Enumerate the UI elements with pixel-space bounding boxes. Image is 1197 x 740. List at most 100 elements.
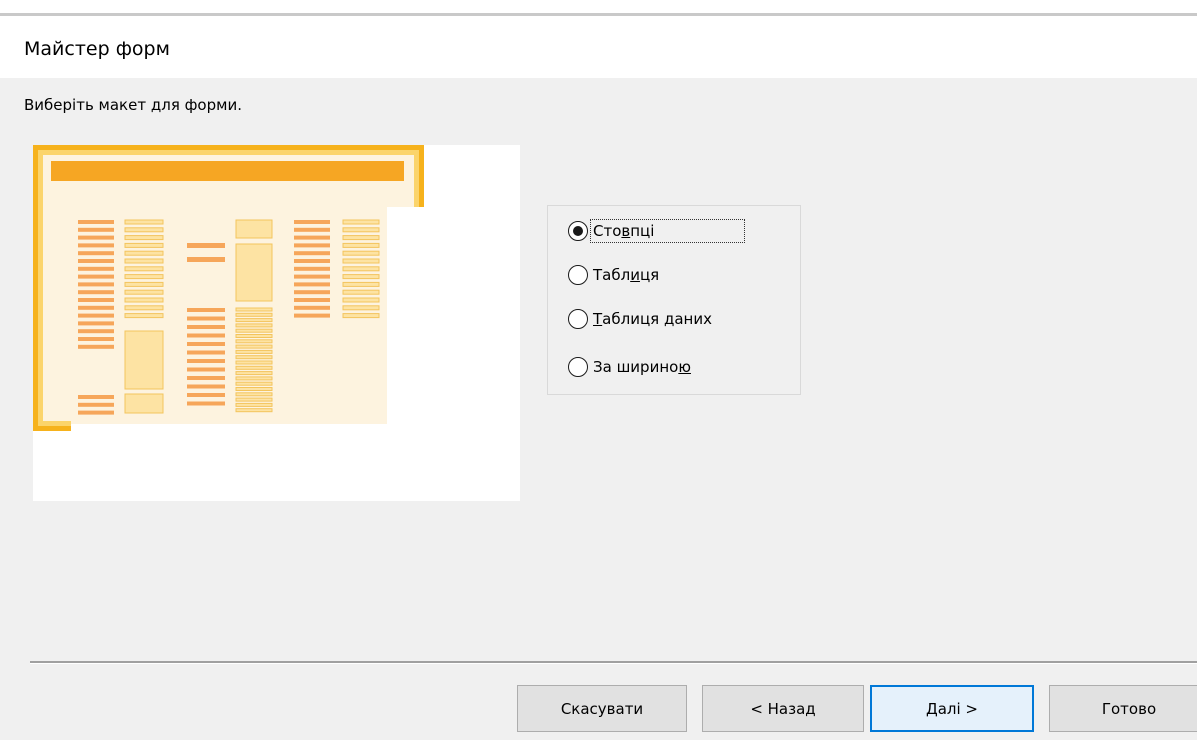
preview-field-label: [78, 220, 114, 224]
preview-field-box: [124, 297, 164, 303]
next-button-label: Далі >: [925, 699, 978, 718]
preview-field-label: [187, 325, 225, 329]
preview-field-label: [294, 282, 330, 287]
preview-field-box: [124, 227, 164, 233]
preview-field-label: [187, 384, 225, 389]
preview-field-label: [187, 308, 225, 312]
preview-field-label: [187, 350, 225, 355]
radio-option-justified[interactable]: За шириною: [568, 356, 693, 378]
radio-label[interactable]: За шириною: [591, 356, 693, 378]
preview-field-box: [124, 393, 164, 414]
preview-field-box: [235, 307, 273, 312]
radio-selected-dot: [573, 226, 583, 236]
preview-field-box: [124, 235, 164, 241]
preview-field-label: [187, 316, 225, 321]
preview-cutout-bottom: [71, 424, 387, 501]
preview-cutout: [387, 207, 520, 501]
preview-field-box: [124, 274, 164, 280]
preview-field-label: [78, 243, 114, 248]
radio-option-datasheet[interactable]: Таблиця даних: [568, 308, 714, 330]
finish-button-label: Готово: [1101, 699, 1157, 718]
layout-options-group: Стовпці Таблиця Таблиця даних За шириною: [547, 205, 801, 395]
preview-field-label: [294, 274, 330, 279]
radio-circle[interactable]: [568, 357, 588, 377]
preview-field-box: [235, 397, 273, 402]
preview-field-box: [124, 266, 164, 272]
next-button[interactable]: Далі >: [870, 685, 1034, 732]
preview-field-box: [235, 365, 273, 370]
preview-field-label: [187, 367, 225, 372]
wizard-title: Майстер форм: [24, 38, 170, 60]
preview-field-label: [78, 402, 114, 407]
radio-label[interactable]: Таблиця даних: [591, 308, 714, 330]
radio-label[interactable]: Стовпці: [589, 219, 746, 243]
preview-field-label: [78, 282, 114, 287]
preview-field-label: [294, 298, 330, 302]
preview-field-label: [78, 321, 114, 326]
preview-field-box: [235, 243, 273, 302]
preview-field-label: [187, 257, 225, 262]
preview-field-box: [235, 355, 273, 360]
preview-field-box: [235, 360, 273, 365]
preview-field-box: [235, 402, 273, 407]
preview-field-box: [235, 219, 273, 239]
preview-field-box: [124, 289, 164, 295]
preview-field-box: [342, 242, 380, 248]
preview-field-label: [187, 342, 225, 346]
preview-field-label: [294, 259, 330, 263]
preview-field-label: [294, 305, 330, 310]
preview-field-label: [294, 243, 330, 248]
preview-field-label: [78, 227, 114, 232]
preview-field-label: [78, 344, 114, 349]
preview-field-label: [78, 259, 114, 263]
preview-field-label: [78, 313, 114, 318]
preview-field-box: [235, 387, 273, 391]
radio-label[interactable]: Таблиця: [591, 264, 661, 286]
preview-field-box: [342, 235, 380, 241]
layout-preview-illustration: [33, 145, 520, 501]
preview-field-box: [342, 250, 380, 256]
radio-circle[interactable]: [568, 265, 588, 285]
back-button[interactable]: < Назад: [702, 685, 864, 732]
preview-field-box: [235, 381, 273, 386]
preview-field-label: [78, 410, 114, 415]
preview-paper: [43, 155, 414, 421]
preview-field-box: [124, 281, 164, 287]
preview-field-box: [342, 227, 380, 233]
preview-field-box: [124, 242, 164, 248]
preview-field-box: [124, 250, 164, 256]
preview-field-label: [294, 235, 330, 240]
preview-field-label: [187, 401, 225, 406]
wizard-header: [0, 16, 1197, 78]
preview-field-box: [342, 305, 380, 311]
preview-field-box: [342, 313, 380, 319]
preview-field-box: [235, 344, 273, 349]
preview-field-label: [294, 266, 330, 271]
preview-field-label: [187, 359, 225, 363]
preview-field-label: [78, 337, 114, 341]
preview-field-label: [78, 251, 114, 256]
radio-option-columns[interactable]: Стовпці: [568, 219, 746, 243]
preview-field-box: [342, 219, 380, 225]
back-button-label: < Назад: [750, 699, 816, 718]
preview-field-label: [187, 333, 225, 338]
preview-field-label: [294, 220, 330, 224]
preview-field-label: [78, 290, 114, 295]
preview-field-box: [124, 313, 164, 319]
cancel-button[interactable]: Скасувати: [517, 685, 687, 732]
preview-field-label: [294, 251, 330, 256]
finish-button[interactable]: Готово: [1049, 685, 1197, 732]
radio-circle[interactable]: [568, 309, 588, 329]
preview-field-label: [78, 274, 114, 279]
preview-field-box: [342, 281, 380, 287]
footer-separator: [30, 661, 1197, 664]
layout-instruction: Виберіть макет для форми.: [24, 96, 242, 114]
preview-field-box: [235, 339, 273, 344]
radio-option-table[interactable]: Таблиця: [568, 264, 661, 286]
preview-field-box: [124, 330, 164, 390]
radio-circle[interactable]: [568, 221, 588, 241]
preview-field-label: [78, 298, 114, 302]
preview-field-label: [78, 266, 114, 271]
preview-field-label: [78, 305, 114, 310]
preview-field-box: [235, 334, 273, 338]
